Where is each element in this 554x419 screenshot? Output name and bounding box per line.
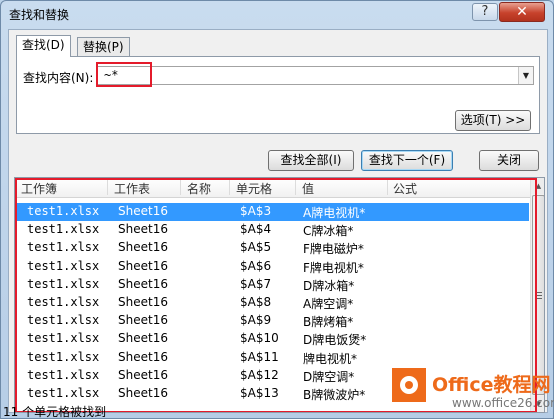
result-cell: $A$10 [240,331,279,346]
result-cell: $A$9 [240,313,272,328]
title-bar[interactable]: 查找和替换 ? ✕ [1,1,553,27]
find-replace-dialog: 查找和替换 ? ✕ 替换(P) 查找内容(N): ~* ▼ 查找(D) 选项(T… [0,0,554,419]
find-what-input[interactable]: ~* ▼ [96,62,534,87]
result-sheet: Sheet16 [118,276,168,291]
find-input-highlight [96,62,152,87]
watermark-title: Office教程网 [432,374,551,396]
result-workbook: test1.xlsx [27,331,100,346]
result-cell: $A$4 [240,222,272,237]
result-cell: $A$3 [240,204,272,218]
chevron-down-icon[interactable]: ▼ [518,67,533,84]
result-cell: $A$13 [240,386,279,400]
result-sheet: Sheet16 [118,367,168,382]
result-value: B牌微波炉* [303,388,366,402]
result-cell: $A$8 [240,295,272,309]
find-next-button[interactable]: 查找下一个(F) [361,150,453,171]
result-workbook: test1.xlsx [27,386,100,400]
window-close-button[interactable]: ✕ [499,2,545,22]
result-value: D牌冰箱* [303,278,355,293]
find-what-label: 查找内容(N): [23,71,94,85]
result-workbook: test1.xlsx [27,313,100,328]
column-divider[interactable] [107,180,108,195]
result-sheet: Sheet16 [118,204,168,218]
result-workbook: test1.xlsx [27,276,100,291]
result-cell: $A$12 [240,367,279,382]
result-row[interactable]: test1.xlsx Sheet16 $A$3 A牌电视机* [17,203,529,221]
result-row[interactable]: test1.xlsx Sheet16 $A$9 B牌烤箱* [17,312,529,330]
result-value: A牌空调* [303,297,354,311]
result-sheet: Sheet16 [118,258,168,273]
close-button[interactable]: 关闭 [479,150,539,171]
result-workbook: test1.xlsx [27,222,100,237]
watermark: Office教程网 www.office26.com [388,364,554,416]
office-logo-icon [392,368,426,402]
result-workbook: test1.xlsx [27,204,100,218]
result-workbook: test1.xlsx [27,367,100,382]
result-sheet: Sheet16 [118,349,168,364]
options-button[interactable]: 选项(T) >> [455,110,531,131]
scroll-up-arrow-icon[interactable]: ▲ [531,178,544,194]
column-header-cell[interactable]: 单元格 [236,180,272,197]
watermark-url: www.office26.com [452,396,554,410]
result-row[interactable]: test1.xlsx Sheet16 $A$4 C牌冰箱* [17,221,529,239]
result-row[interactable]: test1.xlsx Sheet16 $A$8 A牌空调* [17,294,529,312]
result-row[interactable]: test1.xlsx Sheet16 $A$7 D牌冰箱* [17,276,529,294]
result-value: F牌电视机* [303,260,364,275]
column-divider[interactable] [295,180,296,195]
result-sheet: Sheet16 [118,331,168,346]
dialog-body: 替换(P) 查找内容(N): ~* ▼ 查找(D) 选项(T) >> 查找全部(… [8,29,548,413]
result-sheet: Sheet16 [118,313,168,328]
result-workbook: test1.xlsx [27,295,100,309]
result-row[interactable]: test1.xlsx Sheet16 $A$10 D牌电饭煲* [17,330,529,348]
column-divider[interactable] [387,180,388,195]
status-text: 11 个单元格被找到 [3,405,107,419]
result-value: F牌电磁炉* [303,242,364,257]
results-header: 工作簿 工作表 名称 单元格 值 公式 [15,178,530,198]
column-header-name[interactable]: 名称 [187,180,211,197]
grip-line [536,298,542,299]
result-sheet: Sheet16 [118,295,168,309]
result-cell: $A$5 [240,240,272,255]
logo-ring [400,376,418,394]
result-sheet: Sheet16 [118,222,168,237]
column-divider[interactable] [229,180,230,195]
result-value: D牌空调* [303,369,355,384]
find-all-button[interactable]: 查找全部(I) [268,150,354,171]
help-button[interactable]: ? [472,3,498,21]
grip-line [536,295,542,296]
tab-find[interactable]: 查找(D) [16,35,71,57]
result-workbook: test1.xlsx [27,240,100,255]
result-sheet: Sheet16 [118,386,168,400]
column-header-sheet[interactable]: 工作表 [114,180,150,197]
grip-line [536,292,542,293]
result-value: B牌烤箱* [303,315,354,330]
result-sheet: Sheet16 [118,240,168,255]
result-row[interactable]: test1.xlsx Sheet16 $A$5 F牌电磁炉* [17,239,529,257]
result-cell: $A$7 [240,276,272,291]
tab-replace[interactable]: 替换(P) [77,37,130,57]
result-value: 牌电视机* [303,351,358,366]
result-row[interactable]: test1.xlsx Sheet16 $A$6 F牌电视机* [17,258,529,276]
result-value: A牌电视机* [303,206,366,220]
column-header-workbook[interactable]: 工作簿 [21,180,57,197]
window-title: 查找和替换 [9,8,70,22]
result-cell: $A$6 [240,258,272,273]
logo-dot [405,381,413,389]
column-header-value[interactable]: 值 [302,180,314,197]
result-workbook: test1.xlsx [27,349,100,364]
result-workbook: test1.xlsx [27,258,100,273]
column-header-formula[interactable]: 公式 [393,180,417,197]
result-value: D牌电饭煲* [303,333,367,348]
column-divider[interactable] [180,180,181,195]
result-value: C牌冰箱* [303,224,354,239]
result-cell: $A$11 [240,349,279,364]
